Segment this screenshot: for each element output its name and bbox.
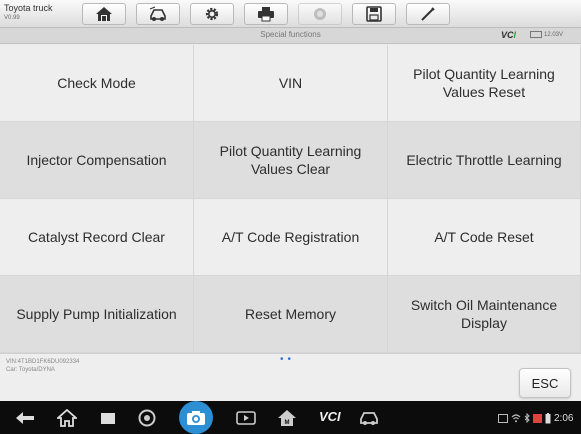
system-navbar: M VCI 2:06 — [0, 401, 581, 434]
back-icon — [16, 412, 34, 424]
maxisys-home-icon: M — [278, 410, 296, 426]
camera-button[interactable] — [179, 401, 213, 434]
browser-button[interactable] — [136, 408, 158, 428]
car-icon — [360, 412, 378, 425]
media-button[interactable] — [235, 408, 257, 428]
function-supply-pump-init[interactable]: Supply Pump Initialization — [0, 276, 194, 353]
recent-apps-icon — [101, 413, 115, 424]
function-pilot-quantity-reset[interactable]: Pilot Quantity Learning Values Reset — [388, 45, 581, 122]
gear-icon — [205, 7, 219, 21]
home-icon — [57, 409, 77, 427]
media-icon — [236, 411, 256, 425]
function-catalyst-record-clear[interactable]: Catalyst Record Clear — [0, 199, 194, 276]
screenshot-icon — [498, 413, 508, 423]
vehicle-title: Toyota truck V0.99 — [4, 3, 78, 25]
function-reset-memory[interactable]: Reset Memory — [194, 276, 388, 353]
function-check-mode[interactable]: Check Mode — [0, 45, 194, 122]
recent-apps-button[interactable] — [97, 408, 119, 428]
edit-button[interactable] — [406, 3, 450, 25]
back-button[interactable] — [14, 408, 36, 428]
save-button[interactable] — [352, 3, 396, 25]
vci-nav-button[interactable]: VCI — [319, 409, 341, 424]
function-at-code-reset[interactable]: A/T Code Reset — [388, 199, 581, 276]
settings-button[interactable] — [190, 3, 234, 25]
vehicle-name: Toyota truck — [4, 3, 53, 13]
esc-button[interactable]: ESC — [519, 368, 571, 398]
camera-icon — [187, 410, 205, 425]
page-title: Special functions — [260, 30, 321, 39]
battery-voltage: 12.03V — [530, 31, 563, 38]
battery-icon — [530, 31, 542, 38]
browser-icon — [138, 409, 156, 427]
vehicle-info: VIN:4T1BD1FK6DU092334 Car: Toyota/DYNA — [6, 358, 79, 374]
vci-logo: VCI — [501, 30, 517, 40]
wifi-icon — [511, 413, 521, 422]
remote-car-button[interactable] — [358, 408, 380, 428]
alert-icon — [533, 413, 542, 423]
page-indicator: •• — [280, 354, 296, 365]
top-toolbar: Toyota truck V0.99 — [0, 0, 581, 28]
vehicle-swap-button[interactable] — [136, 3, 180, 25]
battery-icon — [545, 412, 551, 423]
function-throttle-learning[interactable]: Electric Throttle Learning — [388, 122, 581, 199]
print-button[interactable] — [244, 3, 288, 25]
software-version: V0.99 — [4, 15, 20, 21]
vci-nav-label: VCI — [319, 409, 341, 424]
help-button[interactable] — [298, 3, 342, 25]
printer-icon — [258, 7, 274, 22]
function-vin[interactable]: VIN — [194, 45, 388, 122]
footer-bar: VIN:4T1BD1FK6DU092334 Car: Toyota/DYNA •… — [0, 353, 581, 401]
function-at-code-registration[interactable]: A/T Code Registration — [194, 199, 388, 276]
help-icon — [314, 8, 326, 20]
clock: 2:06 — [554, 412, 574, 424]
svg-text:M: M — [285, 420, 290, 426]
screen: Toyota truck V0.99 Special functions VCI… — [0, 0, 581, 434]
car-text: Car: Toyota/DYNA — [6, 367, 55, 373]
function-pilot-quantity-clear[interactable]: Pilot Quantity Learning Values Clear — [194, 122, 388, 199]
diagnostics-home-button[interactable]: M — [276, 408, 298, 428]
function-injector-compensation[interactable]: Injector Compensation — [0, 122, 194, 199]
vin-text: VIN:4T1BD1FK6DU092334 — [6, 359, 80, 365]
save-icon — [366, 6, 382, 22]
car-swap-icon — [149, 6, 166, 21]
subheader-bar: Special functions VCI 12.03V — [0, 28, 581, 44]
bluetooth-icon — [524, 413, 530, 423]
home-button[interactable] — [82, 3, 126, 25]
status-area: 2:06 — [498, 411, 573, 425]
battery-value: 12.03V — [544, 32, 564, 39]
pen-icon — [421, 7, 435, 21]
home-nav-button[interactable] — [56, 408, 78, 428]
home-icon — [96, 7, 112, 21]
function-grid: Check Mode VIN Pilot Quantity Learning V… — [0, 45, 581, 353]
function-oil-maintenance-display[interactable]: Switch Oil Maintenance Display — [388, 276, 581, 353]
